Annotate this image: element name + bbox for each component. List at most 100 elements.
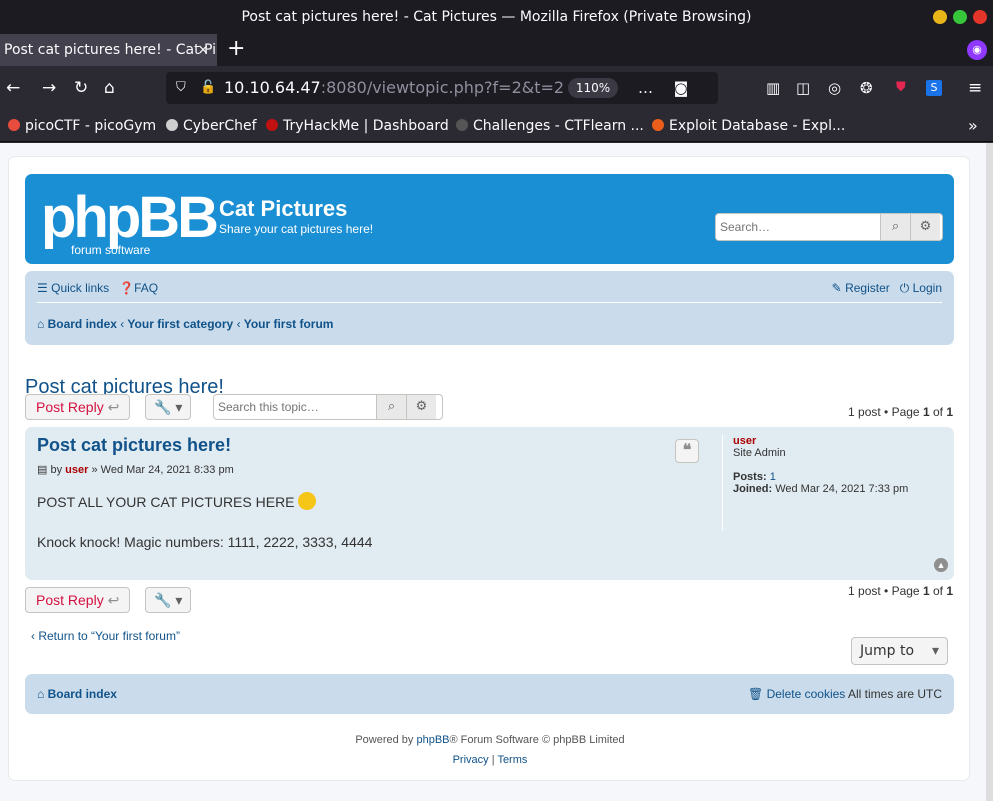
topic-search-input[interactable] bbox=[214, 395, 376, 419]
breadcrumb-forum[interactable]: Your first forum bbox=[244, 317, 334, 331]
post-author[interactable]: user bbox=[65, 464, 88, 476]
quote-icon[interactable]: ❝ bbox=[675, 439, 699, 463]
picoctf-icon bbox=[8, 119, 20, 131]
edit-icon: ✎ bbox=[831, 281, 842, 295]
advanced-search-gear-icon[interactable]: ⚙ bbox=[910, 214, 940, 240]
new-tab-button[interactable]: + bbox=[227, 34, 245, 64]
sidebar-icon[interactable]: ◫ bbox=[796, 74, 810, 102]
register-link[interactable]: ✎ Register bbox=[832, 281, 890, 295]
extension-s-icon[interactable]: S bbox=[926, 80, 942, 96]
powered-post: ® Forum Software © phpBB Limited bbox=[449, 734, 625, 746]
url-text[interactable]: 10.10.64.47:8080/viewtopic.php?f=2&t=2 bbox=[224, 72, 564, 104]
search-icon[interactable]: ⌕ bbox=[880, 214, 910, 240]
jump-to-label: Jump to bbox=[860, 643, 915, 659]
terms-link[interactable]: Terms bbox=[497, 754, 527, 766]
delete-cookies-link[interactable]: 🗑 Delete cookies bbox=[748, 687, 845, 701]
post-body: POST ALL YOUR CAT PICTURES HERE Knock kn… bbox=[37, 491, 372, 553]
zoom-level[interactable]: 110% bbox=[568, 78, 618, 98]
bookmark-label: TryHackMe | Dashboard bbox=[283, 118, 449, 134]
quick-links[interactable]: ☰ Quick links bbox=[37, 281, 109, 295]
privacy-link[interactable]: Privacy bbox=[453, 754, 489, 766]
bookmark-item[interactable]: TryHackMe | Dashboard bbox=[266, 110, 449, 141]
bookmark-item[interactable]: picoCTF - picoGym bbox=[8, 110, 156, 141]
profile-posts: Posts: 1 bbox=[733, 471, 942, 483]
extension-icon[interactable]: ◎ bbox=[828, 74, 841, 102]
emoji-icon bbox=[298, 492, 317, 510]
tab-close-icon[interactable]: × bbox=[197, 34, 209, 66]
breadcrumb-board-index[interactable]: Board index bbox=[48, 317, 117, 331]
maximize-button[interactable] bbox=[953, 10, 967, 24]
page-total: 1 bbox=[946, 405, 953, 419]
library-icon[interactable]: ▥ bbox=[766, 74, 780, 102]
bookmarks-overflow-icon[interactable]: » bbox=[968, 110, 978, 141]
header-search-input[interactable] bbox=[716, 214, 880, 240]
post-by: by bbox=[50, 464, 66, 476]
post-reply-button[interactable]: Post Reply ↩ bbox=[25, 394, 131, 420]
profile-joined-value: Wed Mar 24, 2021 7:33 pm bbox=[775, 483, 909, 495]
breadcrumb: ⌂ Board index ‹ Your first category ‹ Yo… bbox=[37, 317, 333, 331]
more-actions-icon[interactable]: … bbox=[638, 79, 661, 97]
return-link-label: Return to “Your first forum” bbox=[38, 629, 180, 643]
powered-by: Powered by phpBB® Forum Software © phpBB… bbox=[9, 730, 971, 750]
url-bar[interactable]: ⛉ 🔓 10.10.64.47:8080/viewtopic.php?f=2&t… bbox=[166, 72, 718, 129]
back-to-top-icon[interactable]: ▲ bbox=[934, 558, 948, 572]
advanced-search-gear-icon[interactable]: ⚙ bbox=[406, 395, 436, 419]
bookmark-label: Exploit Database - Expl... bbox=[669, 118, 846, 134]
extension-icon[interactable]: ❂ bbox=[860, 74, 873, 102]
home-icon: ⌂ bbox=[37, 687, 45, 701]
bookmark-item[interactable]: CyberChef bbox=[166, 110, 257, 141]
quick-links-label: Quick links bbox=[51, 281, 110, 295]
profile-posts-value[interactable]: 1 bbox=[770, 471, 776, 483]
return-link[interactable]: ‹ Return to “Your first forum” bbox=[31, 629, 180, 643]
profile-username[interactable]: user bbox=[733, 435, 942, 447]
bookmark-item[interactable]: Challenges - CTFlearn ... bbox=[456, 110, 644, 141]
bookmark-item[interactable]: Exploit Database - Expl... bbox=[652, 110, 846, 141]
footer-right: 🗑 Delete cookies All times are UTC bbox=[748, 687, 942, 701]
phpbb-logo[interactable]: phpBB forum software bbox=[41, 188, 219, 257]
search-icon[interactable]: ⌕ bbox=[376, 395, 406, 419]
post-reply-button-bottom[interactable]: Post Reply ↩ bbox=[25, 587, 131, 613]
login-link[interactable]: ⏻ Login bbox=[900, 281, 942, 295]
dropdown-caret-icon: ▾ bbox=[931, 643, 939, 659]
tab-strip: Post cat pictures here! - Cat Pi × + ◉ bbox=[0, 34, 993, 66]
home-icon[interactable]: ⌂ bbox=[104, 74, 115, 102]
page-total: 1 bbox=[946, 584, 953, 598]
copyright: Powered by phpBB® Forum Software © phpBB… bbox=[9, 730, 971, 770]
post-title[interactable]: Post cat pictures here! bbox=[37, 435, 231, 456]
minimize-button[interactable] bbox=[933, 10, 947, 24]
footer-nav: ⌂ Board index 🗑 Delete cookies All times… bbox=[25, 674, 954, 714]
post-file-icon: ▤ bbox=[37, 464, 48, 476]
page-scrollbar[interactable] bbox=[986, 143, 993, 801]
topic-tools-button[interactable]: 🔧 ▾ bbox=[145, 394, 192, 420]
breadcrumb-category[interactable]: Your first category bbox=[127, 317, 233, 331]
menu-icon[interactable]: ≡ bbox=[968, 74, 982, 102]
power-icon: ⏻ bbox=[899, 281, 910, 295]
legal-links: Privacy | Terms bbox=[9, 750, 971, 770]
shield-icon[interactable]: ⛉ bbox=[176, 72, 186, 104]
reload-icon[interactable]: ↻ bbox=[74, 74, 88, 102]
tab-active[interactable]: Post cat pictures here! - Cat Pi × bbox=[0, 34, 217, 66]
forward-icon[interactable]: → bbox=[42, 74, 56, 102]
close-window-button[interactable] bbox=[973, 10, 987, 24]
jump-to-dropdown[interactable]: Jump to ▾ bbox=[851, 637, 948, 665]
post-date: » Wed Mar 24, 2021 8:33 pm bbox=[88, 464, 234, 476]
post: Post cat pictures here! ▤ by user » Wed … bbox=[25, 427, 954, 580]
reply-arrow-icon: ↩ bbox=[107, 399, 120, 415]
footer-board-index[interactable]: ⌂ Board index bbox=[37, 687, 117, 701]
back-icon[interactable]: ← bbox=[6, 74, 20, 102]
insecure-lock-icon[interactable]: 🔓 bbox=[200, 72, 216, 104]
tab-label: Post cat pictures here! - Cat Pi bbox=[4, 42, 217, 58]
ublock-icon[interactable]: ⛊ bbox=[896, 74, 906, 102]
post-reply-label: Post Reply bbox=[36, 592, 104, 608]
faq-link[interactable]: ❓FAQ bbox=[119, 281, 158, 295]
reply-arrow-icon: ↩ bbox=[107, 592, 120, 608]
url-host: 10.10.64.47 bbox=[224, 78, 321, 97]
pocket-icon[interactable]: ◙ bbox=[674, 79, 697, 97]
post-line-1-text: POST ALL YOUR CAT PICTURES HERE bbox=[37, 494, 295, 510]
ctflearn-icon bbox=[456, 119, 468, 131]
pagination-sep: of bbox=[929, 584, 947, 598]
phpbb-link[interactable]: phpBB bbox=[416, 734, 449, 746]
window-controls bbox=[933, 10, 987, 24]
chevron-left-icon: ‹ bbox=[31, 629, 35, 643]
topic-tools-button-bottom[interactable]: 🔧 ▾ bbox=[145, 587, 192, 613]
